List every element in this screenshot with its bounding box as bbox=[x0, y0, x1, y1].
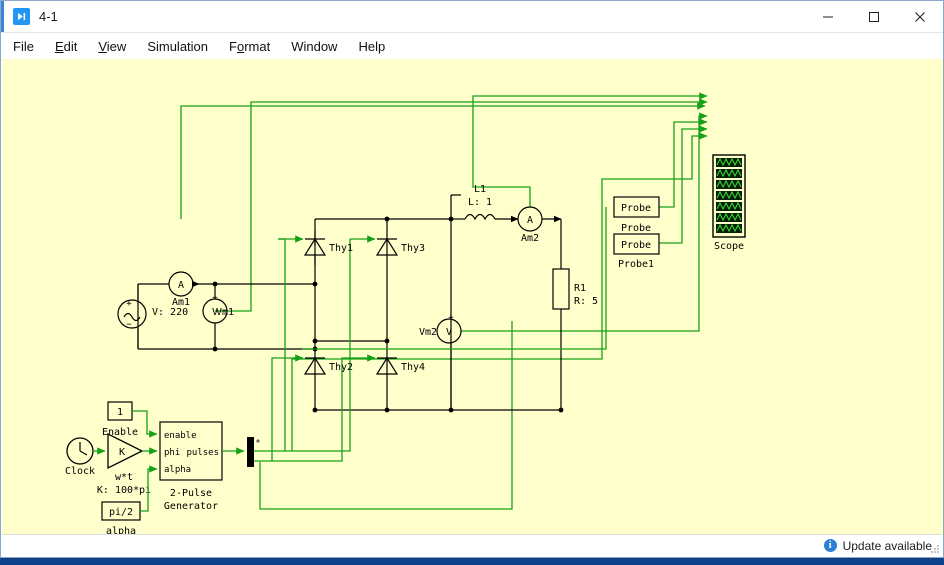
title-accent-bar bbox=[1, 1, 4, 32]
update-available-label: Update available bbox=[842, 538, 932, 553]
label-vm1: Vm1 bbox=[216, 307, 234, 318]
label-enable-value: 1 bbox=[117, 407, 123, 418]
menu-format-label: rmat bbox=[244, 38, 271, 54]
menu-help[interactable]: Help bbox=[358, 39, 385, 54]
status-bar: i Update available bbox=[2, 534, 942, 556]
menu-edit[interactable]: Edit bbox=[55, 39, 77, 54]
label-clock: Clock bbox=[65, 466, 95, 477]
label-gain-param: K: 100*pi bbox=[97, 485, 151, 496]
title-bar[interactable]: 4-1 bbox=[1, 1, 943, 33]
application-window: 4-1 File Edit View Simulation Format Win… bbox=[0, 0, 944, 558]
demux-block[interactable] bbox=[247, 437, 254, 467]
svg-text:+: + bbox=[212, 293, 218, 303]
label-gain-out: w*t bbox=[115, 472, 133, 483]
model-canvas[interactable]: + − A V + A V + V: 220 Am1 Vm1 Thy1 Thy3… bbox=[2, 59, 943, 536]
svg-text:+: + bbox=[126, 299, 132, 309]
menu-window-label: Window bbox=[291, 38, 338, 54]
menu-format[interactable]: Format bbox=[229, 39, 270, 54]
probe-box-label-0: Probe bbox=[621, 203, 651, 214]
label-gen-line1: 2-Pulse bbox=[170, 488, 212, 499]
menu-file[interactable]: File bbox=[13, 39, 34, 54]
svg-text:+: + bbox=[448, 313, 454, 323]
menu-view[interactable]: View bbox=[98, 39, 126, 54]
close-button[interactable] bbox=[897, 1, 943, 32]
label-vm2: Vm2 bbox=[419, 327, 437, 338]
svg-text:A: A bbox=[178, 280, 184, 291]
svg-text:V: V bbox=[446, 327, 452, 338]
port-enable: enable bbox=[164, 431, 197, 441]
menu-window[interactable]: Window bbox=[291, 39, 337, 54]
circuit-diagram: + − A V + A V + V: 220 Am1 Vm1 Thy1 Thy3… bbox=[65, 92, 746, 536]
scope-block[interactable] bbox=[712, 154, 746, 238]
resize-grip[interactable] bbox=[930, 544, 940, 554]
svg-text:A: A bbox=[527, 215, 533, 226]
port-pulses: pulses bbox=[186, 448, 219, 458]
clock-block[interactable] bbox=[66, 437, 94, 465]
menu-help-label: Help bbox=[358, 38, 386, 54]
label-l1-value: L: 1 bbox=[468, 197, 492, 208]
label-enable-name: Enable bbox=[102, 427, 138, 438]
label-gain-k: K bbox=[119, 447, 125, 458]
menu-bar: File Edit View Simulation Format Window … bbox=[1, 33, 943, 60]
svg-text:−: − bbox=[126, 320, 132, 330]
label-thy1: Thy1 bbox=[329, 243, 353, 254]
label-source-voltage: V: 220 bbox=[152, 307, 188, 318]
menu-file-label: File bbox=[13, 38, 34, 54]
window-controls bbox=[805, 1, 943, 32]
label-am2: Am2 bbox=[521, 233, 539, 244]
port-alpha: alpha bbox=[164, 465, 191, 475]
minimize-button[interactable] bbox=[805, 1, 851, 32]
menu-simulation-label: Simulation bbox=[147, 38, 209, 54]
probe-box-label-1: Probe bbox=[621, 240, 651, 251]
label-alpha-value: pi/2 bbox=[109, 507, 133, 518]
port-phi: phi bbox=[164, 448, 180, 458]
probe-name-0: Probe bbox=[621, 223, 651, 234]
label-thy3: Thy3 bbox=[401, 243, 425, 254]
label-scope: Scope bbox=[714, 241, 744, 252]
label-r1-name: R1 bbox=[574, 283, 586, 294]
update-available-notice[interactable]: i Update available bbox=[823, 538, 932, 553]
info-icon: i bbox=[823, 539, 837, 552]
play-step-icon bbox=[13, 8, 30, 25]
menu-view-label: iew bbox=[106, 38, 127, 54]
label-am1: Am1 bbox=[172, 297, 190, 308]
label-l1-name: L1 bbox=[474, 184, 486, 195]
label-gen-line2: Generator bbox=[164, 501, 218, 512]
label-thy4: Thy4 bbox=[401, 362, 425, 373]
menu-edit-label: dit bbox=[63, 38, 78, 54]
menu-simulation[interactable]: Simulation bbox=[147, 39, 208, 54]
probe-name-1: Probe1 bbox=[618, 259, 654, 270]
window-title: 4-1 bbox=[39, 9, 58, 24]
label-thy2: Thy2 bbox=[329, 362, 353, 373]
maximize-button[interactable] bbox=[851, 1, 897, 32]
label-r1-value: R: 5 bbox=[574, 296, 598, 307]
